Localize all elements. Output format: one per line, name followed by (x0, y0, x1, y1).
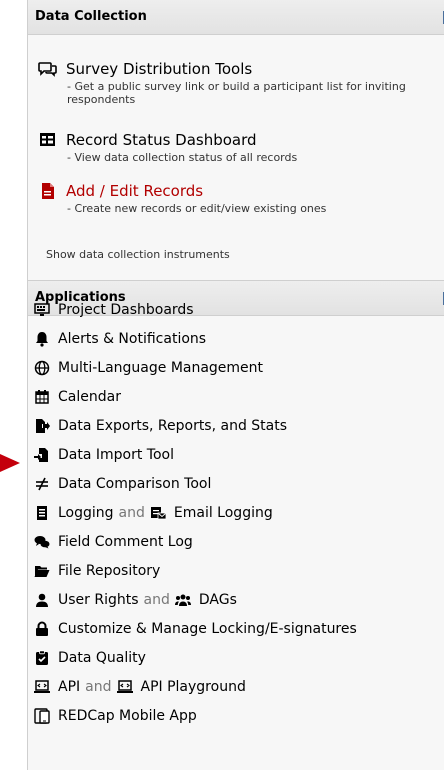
record-status-dashboard-desc: - View data collection status of all rec… (67, 151, 298, 164)
add-edit-records-desc: - Create new records or edit/view existi… (67, 202, 327, 215)
and-text: and (85, 679, 112, 695)
logging-link[interactable]: Logging (58, 505, 114, 521)
survey-distribution-tools-desc: - Get a public survey link or build a pa… (67, 80, 406, 106)
locking-esignatures-link[interactable]: Customize & Manage Locking/E-signatures (58, 621, 357, 637)
data-collection-title: Data Collection (35, 9, 147, 24)
email-logging-link[interactable]: Email Logging (174, 505, 273, 521)
file-repository-link[interactable]: File Repository (58, 563, 160, 579)
api-playground-link[interactable]: API Playground (141, 679, 246, 695)
app-item-data-import[interactable]: Data Import Tool (34, 447, 174, 463)
data-quality-link[interactable]: Data Quality (58, 650, 146, 666)
and-text: and (118, 505, 145, 521)
users-icon (174, 592, 191, 608)
globe-icon (34, 360, 50, 376)
data-exports-link[interactable]: Data Exports, Reports, and Stats (58, 418, 287, 434)
not-equal-icon (34, 476, 50, 492)
app-item-locking[interactable]: Customize & Manage Locking/E-signatures (34, 621, 357, 637)
list-icon (34, 505, 50, 521)
data-comparison-link[interactable]: Data Comparison Tool (58, 476, 211, 492)
add-edit-records-link[interactable]: Add / Edit Records (66, 182, 203, 200)
document-edit-icon (38, 182, 58, 200)
survey-distribution-tools-link[interactable]: Survey Distribution Tools (66, 60, 252, 78)
app-item-logging: Logging and Email Logging (34, 505, 273, 521)
app-item-field-comment-log[interactable]: Field Comment Log (34, 534, 193, 550)
app-item-user-rights: User Rights and DAGs (34, 592, 237, 608)
email-logging-icon (150, 505, 166, 521)
left-menu-panel: Data Collection Survey Distribution Tool… (27, 0, 444, 770)
laptop-code-icon (34, 679, 50, 695)
alerts-notifications-link[interactable]: Alerts & Notifications (58, 331, 206, 347)
record-status-dashboard-link[interactable]: Record Status Dashboard (66, 131, 257, 149)
add-edit-records-item: Add / Edit Records - Create new records … (38, 182, 437, 215)
dags-link[interactable]: DAGs (199, 592, 237, 608)
user-rights-link[interactable]: User Rights (58, 592, 139, 608)
file-export-icon (34, 418, 50, 434)
record-status-dashboard-item: Record Status Dashboard - View data coll… (38, 131, 437, 164)
multi-language-link[interactable]: Multi-Language Management (58, 360, 263, 376)
app-item-alerts[interactable]: Alerts & Notifications (34, 331, 206, 347)
and-text: and (143, 592, 170, 608)
calendar-icon (34, 389, 50, 405)
tablet-icon (34, 708, 50, 724)
data-import-link[interactable]: Data Import Tool (58, 447, 174, 463)
show-instruments-link[interactable]: Show data collection instruments (46, 248, 230, 261)
app-item-file-repository[interactable]: File Repository (34, 563, 160, 579)
laptop-code-icon (116, 679, 133, 695)
app-item-data-exports[interactable]: Data Exports, Reports, and Stats (34, 418, 287, 434)
app-item-data-comparison[interactable]: Data Comparison Tool (34, 476, 211, 492)
pointer-arrow (0, 454, 20, 472)
user-icon (34, 592, 50, 608)
app-item-project-dashboards[interactable]: Project Dashboards (34, 302, 194, 318)
comments-icon (34, 534, 50, 550)
field-comment-log-link[interactable]: Field Comment Log (58, 534, 193, 550)
lock-icon (34, 621, 50, 637)
calendar-link[interactable]: Calendar (58, 389, 121, 405)
file-import-icon (34, 447, 50, 463)
api-link[interactable]: API (58, 679, 80, 695)
dashboard-icon (34, 302, 50, 318)
app-item-calendar[interactable]: Calendar (34, 389, 121, 405)
clipboard-check-icon (34, 650, 50, 666)
app-item-mobile-app[interactable]: REDCap Mobile App (34, 708, 197, 724)
survey-distribution-tools-item: Survey Distribution Tools - Get a public… (38, 60, 437, 106)
bell-icon (34, 331, 50, 347)
redcap-mobile-app-link[interactable]: REDCap Mobile App (58, 708, 197, 724)
table-grid-icon (38, 131, 58, 149)
chat-bubbles-icon (38, 60, 58, 78)
data-collection-header: Data Collection (28, 0, 444, 35)
folder-open-icon (34, 563, 50, 579)
app-item-multi-language[interactable]: Multi-Language Management (34, 360, 263, 376)
app-item-data-quality[interactable]: Data Quality (34, 650, 146, 666)
project-dashboards-link[interactable]: Project Dashboards (58, 302, 194, 318)
app-item-api: API and API Playground (34, 679, 246, 695)
